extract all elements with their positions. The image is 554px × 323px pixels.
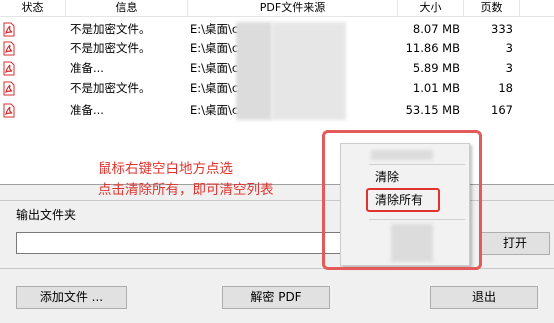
pages-cell: 333 [491,22,513,36]
pages-cell: 3 [505,61,513,75]
output-folder-input[interactable] [16,232,346,254]
add-file-button[interactable]: 添加文件 ... [16,286,127,309]
status-cell [0,20,20,39]
info-cell: 不是加密文件。 [70,41,151,55]
size-cell: 11.86 MB [405,41,460,55]
status-cell [0,79,20,98]
redacted-path-area [236,22,272,120]
redacted-path-area [272,22,346,120]
annotation-hint-line2: 点击清除所有，即可清空列表 [98,182,274,198]
size-cell: 5.89 MB [412,61,460,75]
info-cell: 准备... [70,61,104,75]
status-cell [0,101,20,120]
exit-button[interactable]: 退出 [430,286,538,309]
list-header: 状态 信息 PDF文件来源 大小 页数 [0,0,554,17]
size-cell: 1.01 MB [412,81,460,95]
column-size[interactable]: 大小 [398,0,464,17]
info-cell: 准备... [70,103,104,117]
pages-cell: 3 [505,41,513,55]
annotation-hint-line1: 鼠标右键空白地方点选 [98,161,233,177]
pdf-icon [3,41,15,56]
size-cell: 53.15 MB [405,103,460,117]
column-info[interactable]: 信息 [66,0,188,17]
info-cell: 不是加密文件。 [70,81,151,95]
pages-cell: 167 [491,103,513,117]
pdf-icon [3,22,15,37]
column-source[interactable]: PDF文件来源 [188,0,398,17]
highlight-clear-all-frame [366,188,440,212]
output-folder-label: 输出文件夹 [16,208,77,222]
pdf-icon [3,103,15,118]
info-cell: 不是加密文件。 [70,22,151,36]
status-cell [0,39,20,58]
column-pages[interactable]: 页数 [464,0,520,17]
pdf-icon [3,61,15,76]
decrypt-pdf-button[interactable]: 解密 PDF [222,286,330,309]
column-status[interactable]: 状态 [0,0,66,17]
pdf-decrypter-window: 状态 信息 PDF文件来源 大小 页数 不是加密文件。 E:\桌面\c 8.07… [0,0,554,323]
status-cell [0,59,20,78]
open-button[interactable]: 打开 [480,232,550,255]
pdf-icon [3,81,15,96]
pages-cell: 18 [498,81,513,95]
size-cell: 8.07 MB [412,22,460,36]
